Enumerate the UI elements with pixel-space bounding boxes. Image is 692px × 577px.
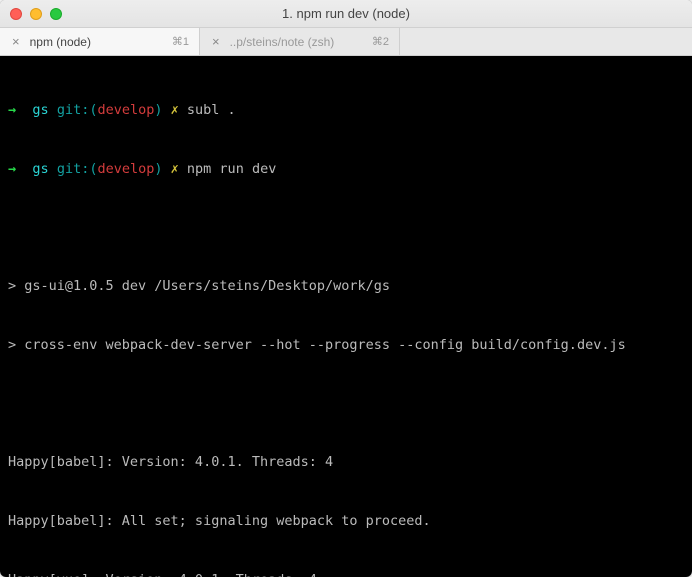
git-prefix: git:( [57, 102, 98, 118]
prompt-line: → gs git:(develop) ✗ npm run dev [8, 160, 684, 180]
dirty-icon: ✗ [171, 161, 179, 177]
prompt-user: gs [32, 102, 48, 118]
output-line: > cross-env webpack-dev-server --hot --p… [8, 336, 684, 356]
tab-npm[interactable]: × npm (node) ⌘1 [0, 28, 200, 55]
git-prefix: git:( [57, 161, 98, 177]
zoom-icon[interactable] [50, 8, 62, 20]
arrow-icon: → [8, 161, 16, 177]
tab-label: ..p/steins/note (zsh) [230, 35, 364, 49]
git-branch: develop [97, 102, 154, 118]
terminal-body[interactable]: → gs git:(develop) ✗ subl . → gs git:(de… [0, 56, 692, 577]
close-icon[interactable] [10, 8, 22, 20]
git-branch: develop [97, 161, 154, 177]
output-line: Happy[babel]: Version: 4.0.1. Threads: 4 [8, 453, 684, 473]
command-text: subl . [187, 102, 236, 118]
window-title: 1. npm run dev (node) [0, 6, 692, 21]
blank-line [8, 395, 684, 415]
output-line: Happy[vue]: Version: 4.0.1. Threads: 4 [8, 571, 684, 577]
tab-label: npm (node) [30, 35, 164, 49]
traffic-lights [0, 8, 62, 20]
tab-shortcut: ⌘1 [172, 35, 189, 48]
titlebar: 1. npm run dev (node) [0, 0, 692, 28]
minimize-icon[interactable] [30, 8, 42, 20]
command-text: npm run dev [187, 161, 276, 177]
close-icon[interactable]: × [210, 35, 222, 48]
dirty-icon: ✗ [171, 102, 179, 118]
prompt-line: → gs git:(develop) ✗ subl . [8, 101, 684, 121]
git-suffix: ) [154, 102, 162, 118]
tabbar: × npm (node) ⌘1 × ..p/steins/note (zsh) … [0, 28, 692, 56]
output-line: > gs-ui@1.0.5 dev /Users/steins/Desktop/… [8, 277, 684, 297]
tab-zsh[interactable]: × ..p/steins/note (zsh) ⌘2 [200, 28, 400, 55]
tab-shortcut: ⌘2 [372, 35, 389, 48]
output-line: Happy[babel]: All set; signaling webpack… [8, 512, 684, 532]
prompt-user: gs [32, 161, 48, 177]
git-suffix: ) [154, 161, 162, 177]
blank-line [8, 219, 684, 239]
arrow-icon: → [8, 102, 16, 118]
close-icon[interactable]: × [10, 35, 22, 48]
terminal-window: 1. npm run dev (node) × npm (node) ⌘1 × … [0, 0, 692, 577]
